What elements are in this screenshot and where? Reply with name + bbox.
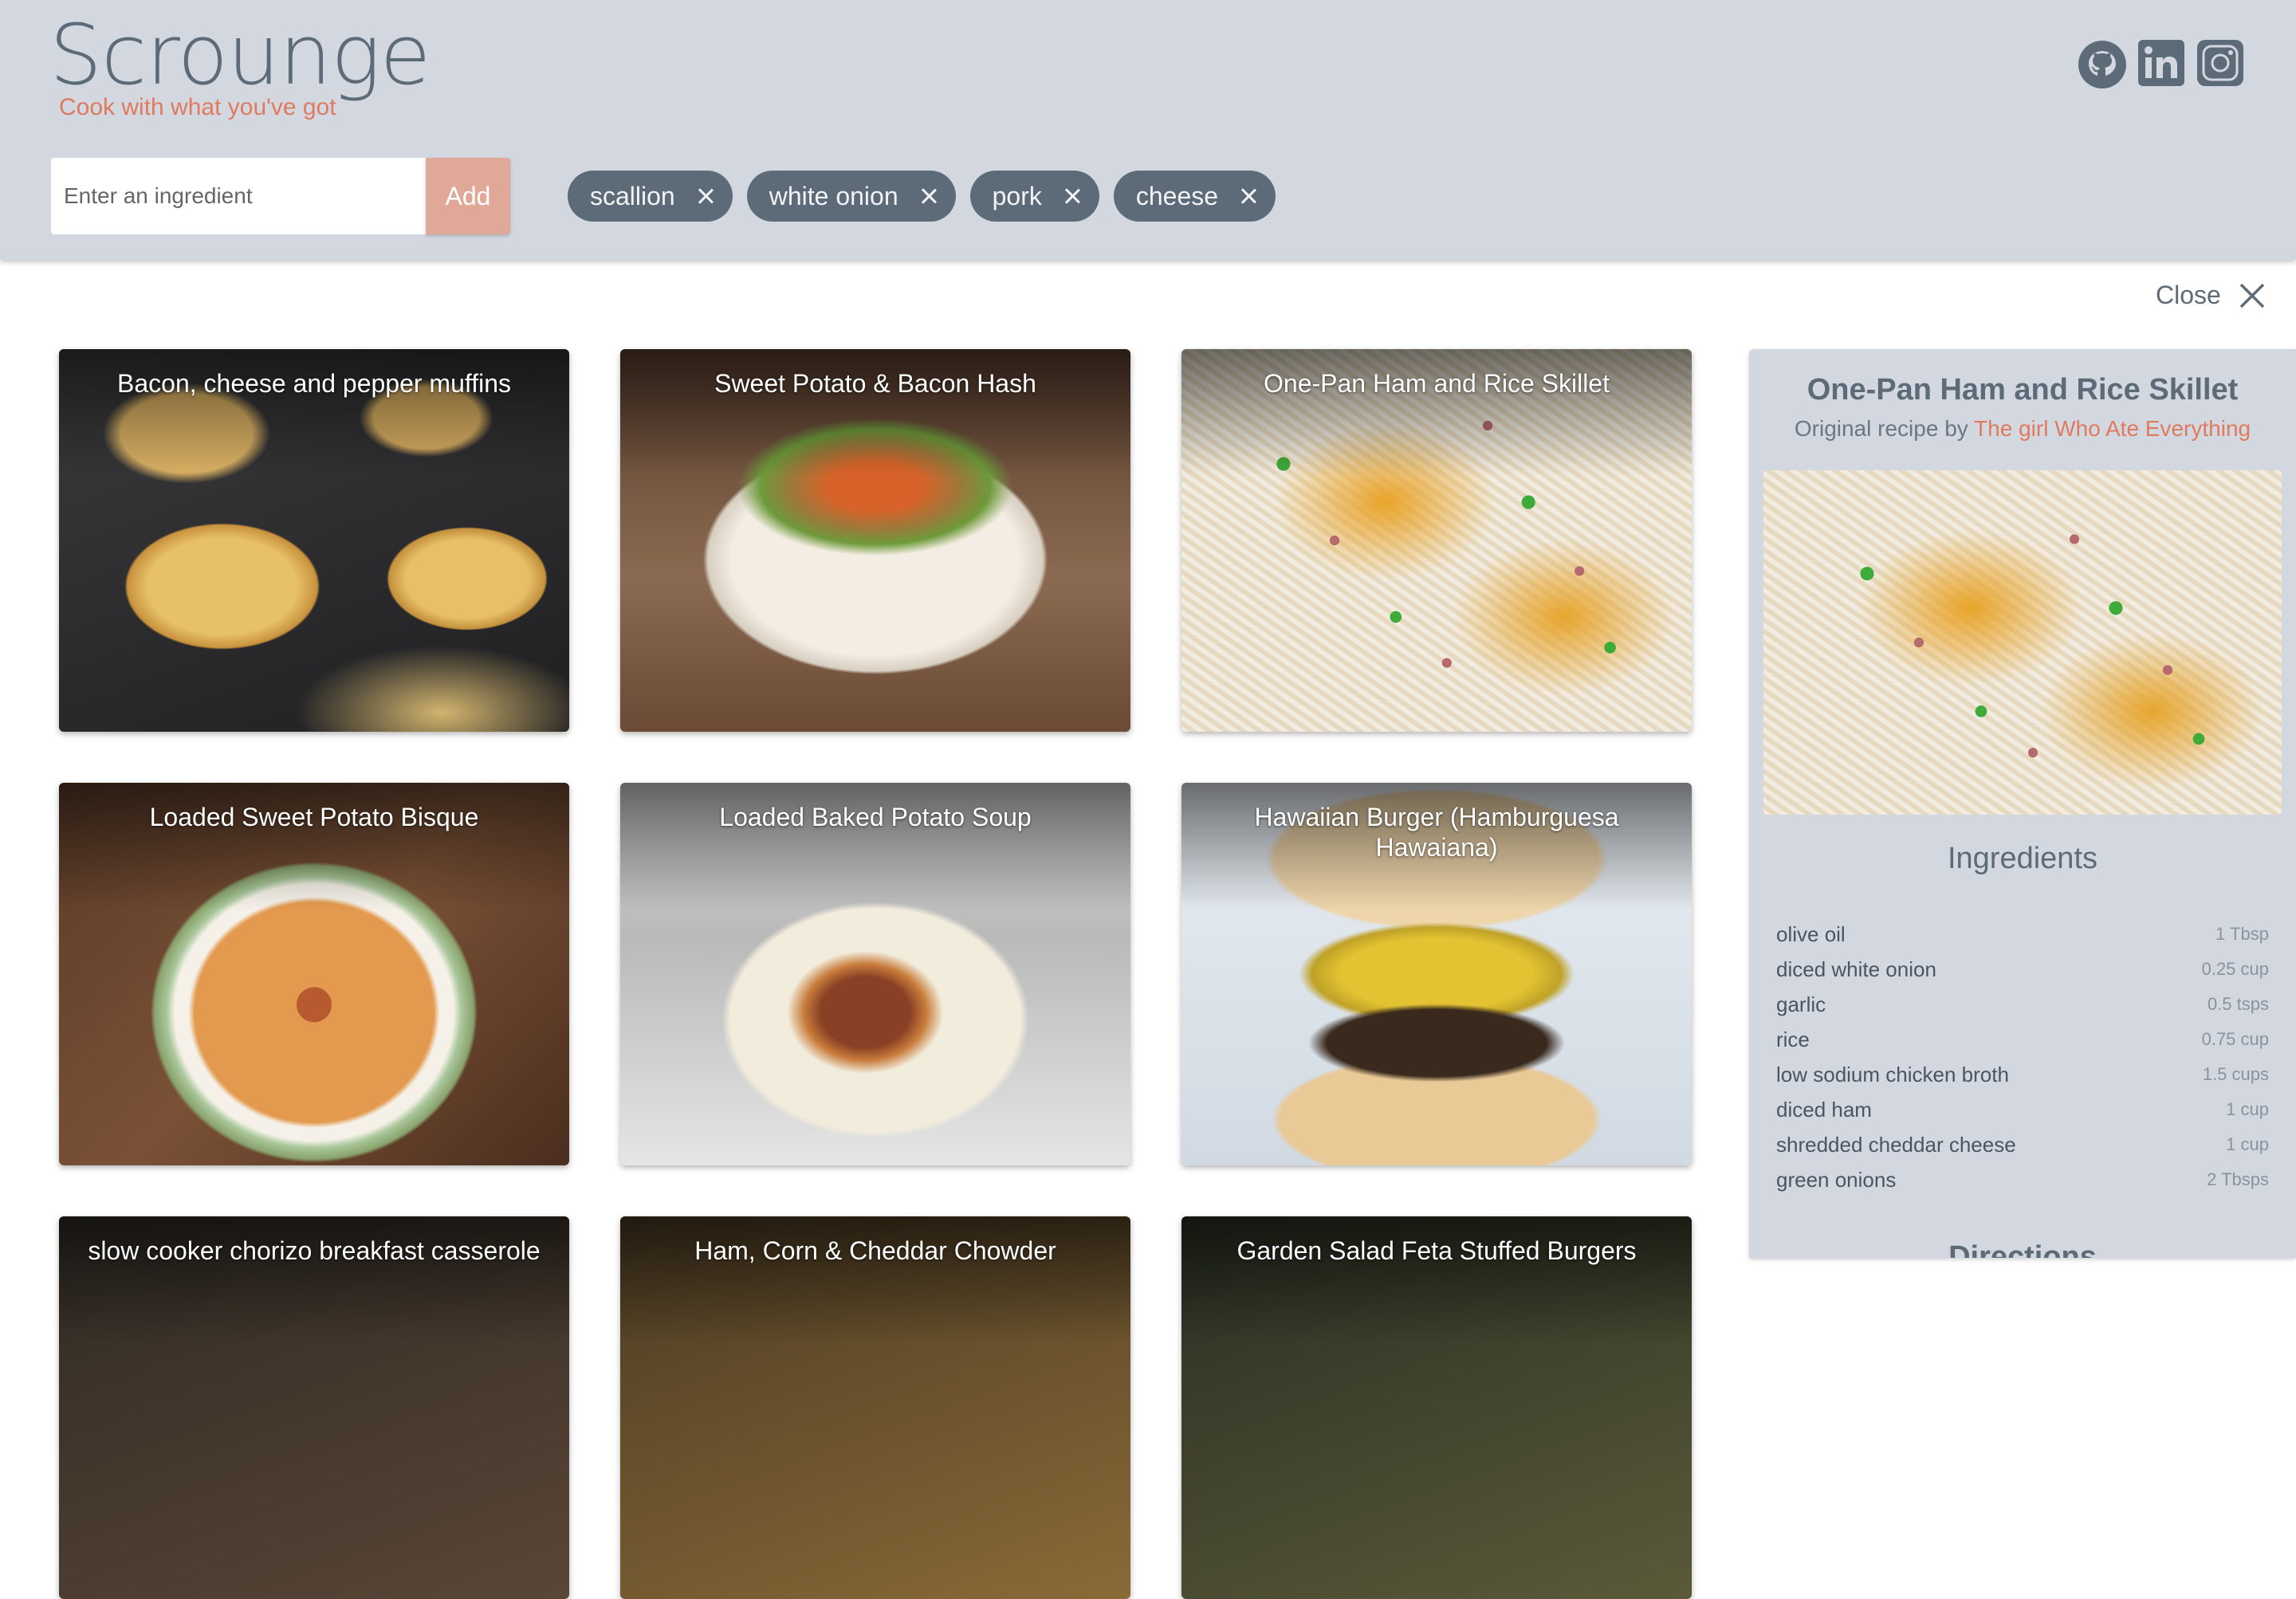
directions-heading: Directions (1948, 1240, 2097, 1258)
recipe-detail-panel: One-Pan Ham and Rice Skillet Original re… (1749, 349, 2296, 1258)
ingredient-qty: 1 cup (2226, 1099, 2269, 1119)
recipe-title: Garden Salad Feta Stuffed Burgers (1236, 1236, 1637, 1265)
chip-label: white onion (769, 181, 898, 210)
header: Scrounge Cook with what you've got Add s… (0, 0, 2296, 260)
recipe-card[interactable]: Hawaiian Burger (Hamburguesa Hawaiana) (1181, 783, 1692, 1165)
recipe-card[interactable]: slow cooker chorizo breakfast casserole (59, 1216, 569, 1599)
remove-chip-icon[interactable] (1063, 187, 1082, 206)
recipe-title: Ham, Corn & Cheddar Chowder (694, 1236, 1056, 1265)
recipe-title: One-Pan Ham and Rice Skillet (1264, 369, 1610, 398)
ingredient-row: garlic 0.5 tsps (1776, 987, 2269, 1022)
ingredient-qty: 2 Tbsps (2207, 1169, 2269, 1189)
ingredient-chip: cheese (1113, 171, 1276, 222)
instagram-icon[interactable] (2197, 40, 2243, 86)
detail-title: One-Pan Ham and Rice Skillet (1807, 373, 2239, 407)
close-label: Close (2156, 281, 2221, 309)
recipe-title: Loaded Baked Potato Soup (719, 803, 1032, 831)
recipe-title: Bacon, cheese and pepper muffins (117, 369, 511, 398)
ingredient-row: green onions 2 Tbsps (1776, 1162, 2269, 1197)
chip-label: scallion (590, 181, 675, 210)
ingredient-qty: 0.5 tsps (2207, 994, 2269, 1014)
recipe-card[interactable]: Garden Salad Feta Stuffed Burgers (1181, 1216, 1692, 1599)
ingredient-row: diced white onion 0.25 cup (1776, 952, 2269, 987)
ingredient-qty: 1 Tbsp (2215, 924, 2269, 944)
ingredient-row: diced ham 1 cup (1776, 1092, 2269, 1127)
linkedin-icon[interactable] (2138, 40, 2184, 86)
add-ingredient-button[interactable]: Add (426, 158, 510, 234)
detail-byline: Original recipe by The girl Who Ate Ever… (1749, 416, 2296, 442)
ingredient-row: shredded cheddar cheese 1 cup (1776, 1127, 2269, 1162)
ingredient-name: green onions (1776, 1167, 1897, 1192)
ingredient-row: low sodium chicken broth 1.5 cups (1776, 1057, 2269, 1092)
ingredient-qty: 1.5 cups (2202, 1064, 2269, 1084)
recipe-card[interactable]: Loaded Baked Potato Soup (620, 783, 1130, 1165)
remove-chip-icon[interactable] (696, 187, 715, 206)
detail-image (1763, 470, 2282, 815)
recipe-card[interactable]: Ham, Corn & Cheddar Chowder (620, 1216, 1130, 1599)
ingredient-name: garlic (1776, 992, 1826, 1016)
ingredient-input[interactable] (51, 158, 426, 234)
ingredient-qty: 0.25 cup (2201, 959, 2269, 979)
ingredient-chip: pork (969, 171, 1099, 222)
close-icon (2239, 283, 2265, 308)
remove-chip-icon[interactable] (919, 187, 938, 206)
ingredients-heading: Ingredients (1947, 842, 2097, 875)
ingredient-name: olive oil (1776, 921, 1846, 946)
ingredient-name: low sodium chicken broth (1776, 1062, 2009, 1086)
ingredient-name: diced ham (1776, 1097, 1872, 1122)
recipe-card[interactable]: Sweet Potato & Bacon Hash (620, 349, 1130, 732)
ingredient-row: olive oil 1 Tbsp (1776, 917, 2269, 952)
remove-chip-icon[interactable] (1239, 187, 1258, 206)
recipe-title: Loaded Sweet Potato Bisque (149, 803, 479, 831)
app-logo[interactable]: Scrounge (49, 6, 431, 104)
github-icon[interactable] (2078, 40, 2127, 89)
ingredient-qty: 1 cup (2226, 1134, 2269, 1154)
chip-label: cheese (1135, 181, 1219, 210)
close-button[interactable]: Close (2156, 281, 2266, 310)
recipe-title: Hawaiian Burger (Hamburguesa Hawaiana) (1254, 803, 1619, 862)
ingredient-name: rice (1776, 1027, 1810, 1051)
ingredient-row: rice 0.75 cup (1776, 1022, 2269, 1057)
byline-prefix: Original recipe by (1794, 416, 1968, 441)
ingredient-chip: white onion (746, 171, 956, 222)
recipe-card[interactable]: Bacon, cheese and pepper muffins (59, 349, 569, 732)
ingredient-list: olive oil 1 Tbsp diced white onion 0.25 … (1776, 917, 2269, 1197)
ingredient-name: diced white onion (1776, 957, 1936, 981)
recipe-title: Sweet Potato & Bacon Hash (714, 369, 1036, 398)
recipe-card[interactable]: One-Pan Ham and Rice Skillet (1181, 349, 1692, 732)
source-link[interactable]: The girl Who Ate Everything (1974, 416, 2251, 441)
ingredient-chips: scallion white onion pork cheese (568, 171, 1276, 222)
ingredient-chip: scallion (568, 171, 733, 222)
recipe-title: slow cooker chorizo breakfast casserole (88, 1236, 541, 1265)
ingredient-qty: 0.75 cup (2201, 1029, 2269, 1049)
ingredient-name: shredded cheddar cheese (1776, 1132, 2016, 1157)
recipe-card[interactable]: Loaded Sweet Potato Bisque (59, 783, 569, 1165)
tagline: Cook with what you've got (59, 94, 336, 120)
chip-label: pork (992, 181, 1042, 210)
